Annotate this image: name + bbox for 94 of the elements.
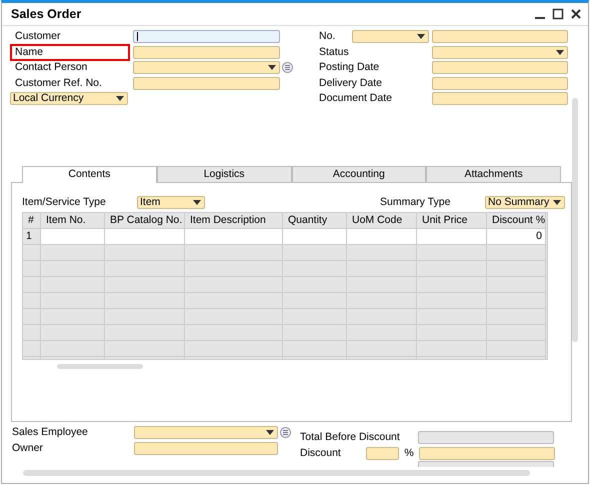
empty-table-cell — [347, 341, 417, 357]
empty-table-cell — [283, 309, 347, 325]
percent-sign: % — [403, 447, 415, 460]
empty-table-cell — [347, 325, 417, 341]
tab[interactable]: Accounting — [292, 166, 426, 182]
tab[interactable]: Attachments — [426, 166, 561, 182]
table-cell — [283, 229, 347, 245]
window-title: Sales Order — [11, 7, 82, 21]
list-icon[interactable] — [280, 427, 291, 438]
empty-table-cell — [417, 245, 487, 261]
input-field[interactable] — [419, 446, 555, 460]
input-field[interactable] — [133, 46, 280, 59]
empty-table-cell — [41, 293, 105, 309]
field-label: Customer — [14, 29, 62, 44]
field-label: Contact Person — [14, 60, 88, 76]
empty-table-cell — [417, 277, 487, 293]
close-icon[interactable] — [570, 8, 582, 20]
tab[interactable]: Contents — [22, 166, 157, 183]
field-label: Customer Ref. No. — [14, 76, 103, 91]
percent-field[interactable] — [366, 446, 399, 460]
dropdown-arrow-icon[interactable] — [266, 430, 274, 436]
empty-table-cell — [347, 245, 417, 261]
summary-dropdown[interactable]: No Summary — [485, 196, 565, 208]
input-field[interactable] — [432, 30, 568, 44]
field-label: Sales Employee — [12, 426, 89, 440]
dropdown-arrow-icon[interactable] — [556, 50, 564, 55]
empty-table-cell — [417, 293, 487, 309]
empty-table-cell — [347, 293, 417, 309]
column-header[interactable]: # — [23, 213, 41, 229]
tab[interactable]: Logistics — [156, 166, 292, 182]
dropdown-arrow-icon[interactable] — [417, 34, 425, 40]
field-label: Document Date — [318, 91, 393, 106]
empty-table-cell — [417, 309, 487, 325]
horizontal-scrollbar[interactable] — [23, 470, 530, 476]
vertical-scrollbar[interactable] — [572, 98, 578, 342]
input-field[interactable] — [432, 46, 568, 59]
column-header[interactable]: Item No. — [41, 213, 105, 229]
empty-table-cell — [283, 341, 347, 357]
empty-table-cell — [41, 341, 105, 357]
input-field[interactable] — [133, 30, 280, 44]
column-header[interactable]: Item Description — [185, 213, 283, 229]
field-label: Total Before Discount — [300, 431, 401, 444]
input-field[interactable] — [432, 61, 568, 74]
list-icon[interactable] — [282, 62, 293, 74]
empty-table-cell — [41, 309, 105, 325]
dropdown-arrow-icon[interactable] — [553, 200, 561, 204]
empty-table-cell — [347, 261, 417, 277]
column-header[interactable]: Quantity — [283, 213, 347, 229]
empty-table-cell — [283, 277, 347, 293]
input-field[interactable] — [133, 76, 280, 90]
field-label: Name — [10, 44, 130, 61]
table-cell — [347, 229, 417, 245]
table-cell — [41, 229, 105, 245]
dropdown-arrow-icon[interactable] — [268, 65, 276, 70]
empty-table-cell — [283, 325, 347, 341]
empty-table-cell — [417, 325, 487, 341]
empty-table-cell — [41, 261, 105, 277]
input-field[interactable] — [418, 431, 554, 444]
column-header[interactable]: UoM Code — [347, 213, 417, 229]
empty-table-cell — [283, 261, 347, 277]
maximize-icon[interactable] — [552, 8, 564, 20]
horizontal-scrollbar[interactable] — [57, 364, 143, 369]
dropdown-arrow-icon[interactable] — [193, 200, 201, 204]
currency-dropdown[interactable]: Local Currency — [10, 92, 128, 105]
table-cell: 1 — [23, 229, 41, 245]
input-field[interactable] — [432, 92, 568, 106]
field-label: Status — [318, 44, 350, 60]
input-field[interactable] — [133, 61, 280, 74]
table-cell: 0 — [487, 229, 546, 245]
empty-table-cell — [347, 277, 417, 293]
field-label: Owner — [12, 442, 44, 455]
dropdown-arrow-icon[interactable] — [116, 96, 124, 101]
column-header[interactable]: Discount % — [487, 213, 546, 229]
input-field[interactable] — [134, 426, 278, 440]
empty-table-cell — [41, 325, 105, 341]
empty-table-cell — [417, 341, 487, 357]
field-label: Posting Date — [318, 60, 380, 76]
empty-table-cell — [283, 245, 347, 261]
empty-table-cell — [283, 293, 347, 309]
empty-table-cell — [417, 261, 487, 277]
field-label: Delivery Date — [318, 76, 384, 91]
table-cell — [417, 229, 487, 245]
input-field[interactable] — [432, 76, 568, 90]
empty-table-cell — [347, 309, 417, 325]
column-header[interactable]: BP Catalog No. — [105, 213, 185, 229]
input-field[interactable] — [134, 442, 278, 455]
empty-table-cell — [41, 245, 105, 261]
field-label: Discount — [300, 446, 342, 460]
field-label: Summary Type — [380, 196, 452, 208]
type-dropdown[interactable]: Item — [137, 196, 205, 208]
empty-table-cell — [41, 277, 105, 293]
field-label: Item/Service Type — [22, 196, 107, 208]
field-label: No. — [318, 29, 336, 44]
column-header[interactable]: Unit Price — [417, 213, 487, 229]
